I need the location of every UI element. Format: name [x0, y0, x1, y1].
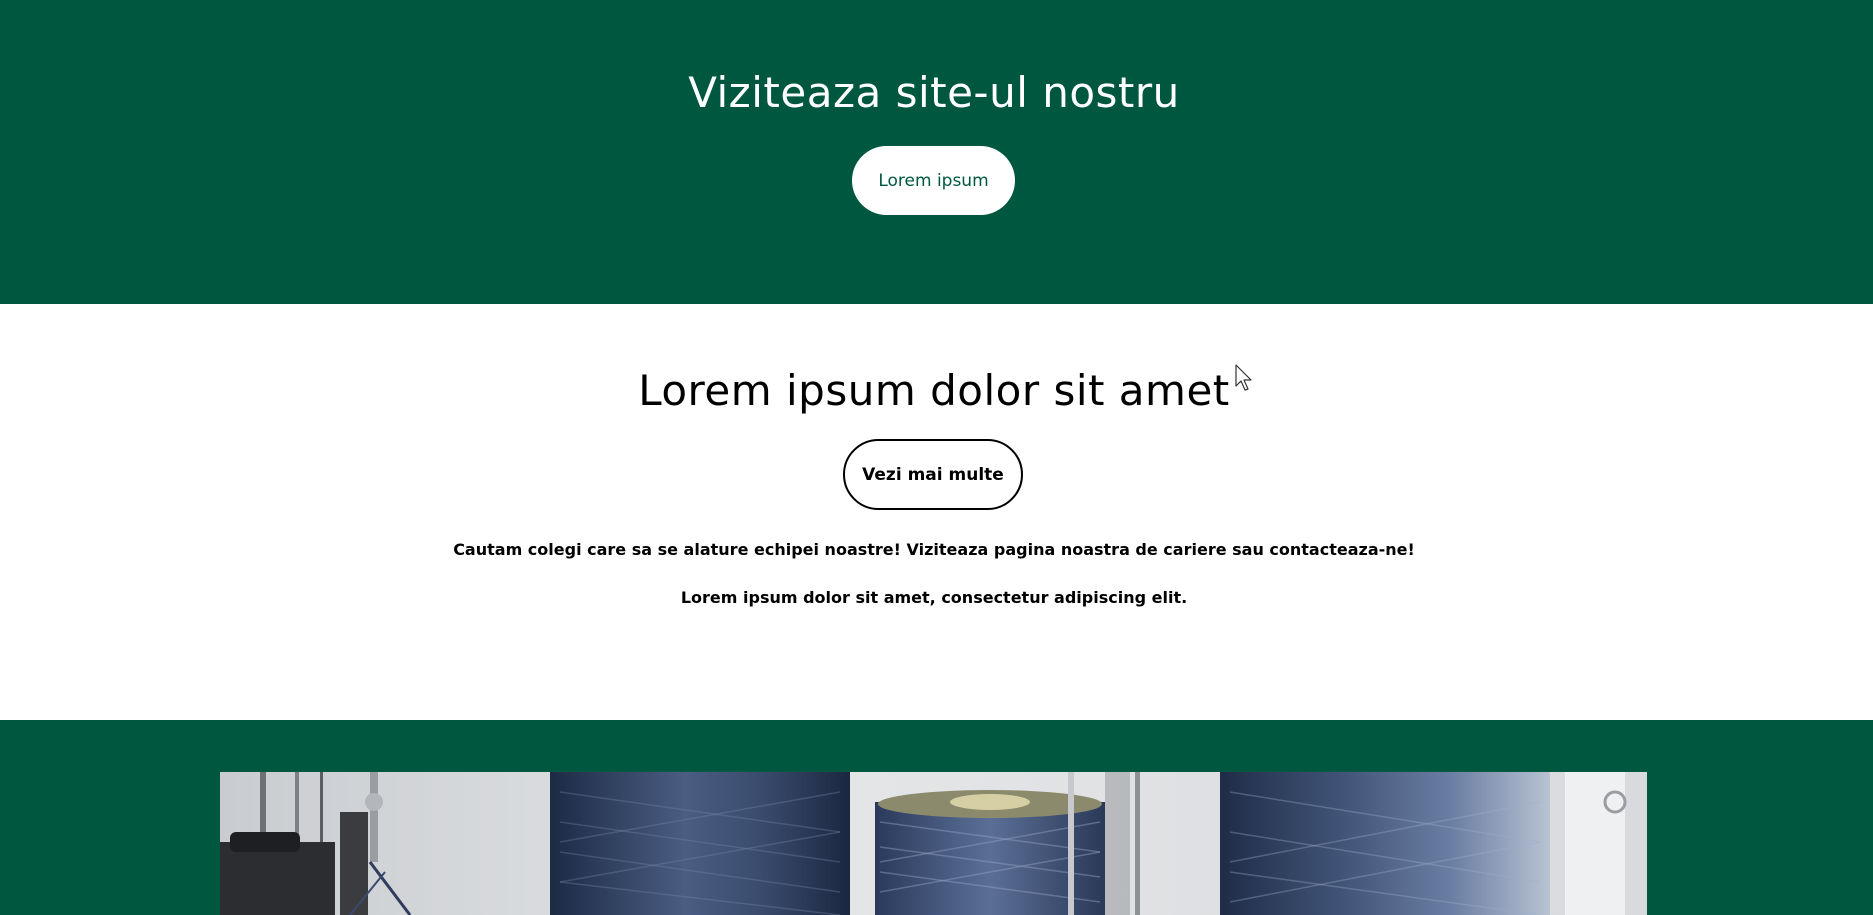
image-section [0, 720, 1873, 915]
content-section: Lorem ipsum dolor sit amet Vezi mai mult… [0, 304, 1873, 720]
see-more-button[interactable]: Vezi mai multe [843, 439, 1023, 510]
section-title: Lorem ipsum dolor sit amet [638, 366, 1230, 415]
lorem-paragraph: Lorem ipsum dolor sit amet, consectetur … [680, 588, 1188, 607]
careers-paragraph: Cautam colegi care sa se alature echipei… [453, 540, 1415, 559]
hero-banner: Viziteaza site-ul nostru Lorem ipsum [0, 0, 1873, 304]
mouse-cursor-icon [1235, 364, 1252, 391]
hero-title: Viziteaza site-ul nostru [688, 68, 1180, 117]
textile-spools-image [220, 772, 1647, 915]
spools-illustration [220, 772, 1647, 915]
hero-cta-button[interactable]: Lorem ipsum [852, 146, 1015, 215]
